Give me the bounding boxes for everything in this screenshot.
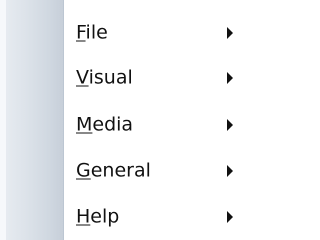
menu-item-label: File xyxy=(76,21,108,44)
chevron-right-icon xyxy=(227,211,233,223)
chevron-right-icon xyxy=(227,27,233,39)
menu-item-file[interactable]: File xyxy=(64,11,252,55)
gutter-highlight xyxy=(0,0,6,240)
chevron-right-icon xyxy=(227,165,233,177)
menu-item-label: Media xyxy=(76,113,134,136)
menu-item-media[interactable]: Media xyxy=(64,103,252,147)
menu-item-visual[interactable]: Visual xyxy=(64,56,252,100)
chevron-right-icon xyxy=(227,72,233,84)
chevron-right-icon xyxy=(227,119,233,131)
context-menu: File Visual Media General Help xyxy=(0,0,252,240)
menu-icon-gutter xyxy=(0,0,64,240)
menu-item-help[interactable]: Help xyxy=(64,195,252,239)
menu-item-label: General xyxy=(76,159,151,182)
menu-item-label: Visual xyxy=(76,66,133,89)
menu-item-general[interactable]: General xyxy=(64,149,252,193)
menu-item-label: Help xyxy=(76,205,120,228)
